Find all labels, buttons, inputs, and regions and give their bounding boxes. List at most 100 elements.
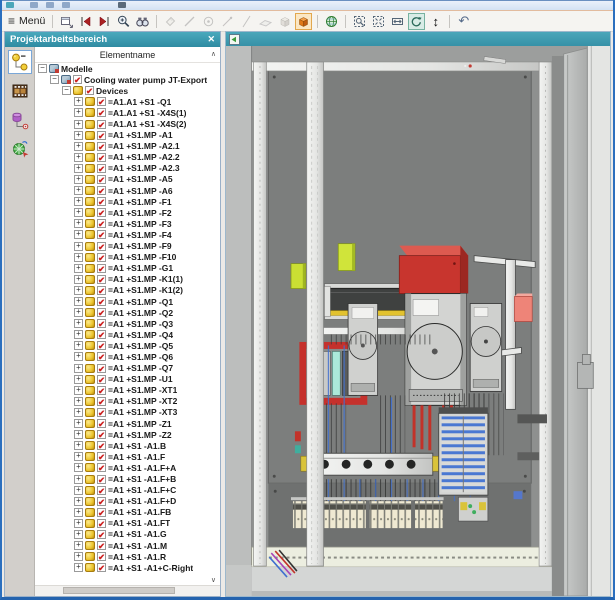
checkbox-icon[interactable]: ✔	[97, 286, 106, 295]
expand-toggle[interactable]: +	[74, 308, 83, 317]
expand-toggle[interactable]: +	[74, 186, 83, 195]
tree-item[interactable]: + ✔ =A1 +S1.MP -Q7	[35, 363, 220, 374]
checkbox-icon[interactable]: ✔	[97, 164, 106, 173]
checkbox-icon[interactable]: ✔	[97, 153, 106, 162]
tree-item[interactable]: + ✔ =A1 +S1.MP -Z1	[35, 418, 220, 429]
tree-item[interactable]: + ✔ =A1.A1 +S1 -X4S(2)	[35, 118, 220, 129]
rotate-view-icon[interactable]	[408, 13, 425, 30]
expand-toggle[interactable]: +	[74, 242, 83, 251]
expand-toggle[interactable]: +	[74, 497, 83, 506]
tree-item[interactable]: + ✔ =A1 +S1 -A1.F+B	[35, 473, 220, 484]
tree-item[interactable]: + ✔ =A1 +S1.MP -Q2	[35, 307, 220, 318]
quickbar-icon[interactable]	[46, 2, 54, 8]
scrollbar-thumb[interactable]	[63, 587, 175, 594]
expand-toggle[interactable]: +	[74, 552, 83, 561]
tree-item[interactable]: − Modelle	[35, 63, 220, 74]
expand-toggle[interactable]: +	[74, 275, 83, 284]
expand-toggle[interactable]: +	[74, 530, 83, 539]
expand-toggle[interactable]: +	[74, 475, 83, 484]
expand-toggle[interactable]: +	[74, 97, 83, 106]
cabinet-3d-scene[interactable]	[226, 46, 610, 596]
expand-toggle[interactable]: +	[74, 386, 83, 395]
tree-item[interactable]: + ✔ =A1 +S1 -A1.R	[35, 551, 220, 562]
checkbox-icon[interactable]: ✔	[97, 397, 106, 406]
expand-toggle[interactable]: +	[74, 341, 83, 350]
expand-toggle[interactable]: +	[74, 208, 83, 217]
tree-item[interactable]: + ✔ =A1 +S1.MP -XT3	[35, 407, 220, 418]
checkbox-icon[interactable]: ✔	[97, 341, 106, 350]
tree-item[interactable]: + ✔ =A1 +S1.MP -F3	[35, 218, 220, 229]
tree-item[interactable]: + ✔ =A1.A1 +S1 -X4S(1)	[35, 107, 220, 118]
database-structure-icon[interactable]	[8, 108, 32, 132]
expand-toggle[interactable]: +	[74, 253, 83, 262]
tree-item[interactable]: + ✔ =A1 +S1.MP -U1	[35, 374, 220, 385]
scroll-up-icon[interactable]: ∧	[211, 51, 216, 58]
checkbox-icon[interactable]: ✔	[97, 541, 106, 550]
checkbox-icon[interactable]: ✔	[97, 497, 106, 506]
checkbox-icon[interactable]: ✔	[97, 197, 106, 206]
checkbox-icon[interactable]: ✔	[97, 441, 106, 450]
tree-item[interactable]: + ✔ =A1 +S1.MP -F1	[35, 196, 220, 207]
panel-titlebar[interactable]: Projektarbeitsbereich ✕	[5, 32, 220, 47]
surface-icon[interactable]	[257, 13, 274, 30]
checkbox-icon[interactable]: ✔	[97, 386, 106, 395]
render-solid-icon[interactable]	[295, 13, 312, 30]
tree-item[interactable]: + ✔ =A1 +S1.MP -Q3	[35, 318, 220, 329]
checkbox-icon[interactable]: ✔	[85, 86, 94, 95]
tree-item[interactable]: + ✔ =A1 +S1 -A1.FB	[35, 507, 220, 518]
tree-item[interactable]: + ✔ =A1 +S1.MP -Q6	[35, 351, 220, 362]
expand-toggle[interactable]: +	[74, 563, 83, 572]
expand-toggle[interactable]: +	[74, 352, 83, 361]
zoom-in-icon[interactable]	[115, 13, 132, 30]
tree-item[interactable]: + ✔ =A1 +S1.MP -K1(1)	[35, 274, 220, 285]
expand-toggle[interactable]: +	[74, 508, 83, 517]
popout-window-icon[interactable]	[58, 13, 75, 30]
checkbox-icon[interactable]: ✔	[97, 552, 106, 561]
tree-item[interactable]: + ✔ =A1 +S1 -A1.F+C	[35, 485, 220, 496]
expand-toggle[interactable]: +	[74, 397, 83, 406]
quickbar-icon[interactable]	[30, 2, 38, 8]
expand-toggle[interactable]: +	[74, 519, 83, 528]
parts-model-tree-icon[interactable]	[8, 50, 32, 74]
expand-toggle[interactable]: +	[74, 541, 83, 550]
expand-toggle[interactable]: +	[74, 264, 83, 273]
search-icon[interactable]	[134, 13, 151, 30]
tree-item[interactable]: + ✔ =A1 +S1 -A1.F	[35, 451, 220, 462]
expand-toggle[interactable]: +	[74, 319, 83, 328]
globe-icon[interactable]	[323, 13, 340, 30]
checkbox-icon[interactable]: ✔	[97, 508, 106, 517]
expand-toggle[interactable]: +	[74, 120, 83, 129]
checkbox-icon[interactable]: ✔	[97, 230, 106, 239]
expand-toggle[interactable]: +	[74, 131, 83, 140]
expand-toggle[interactable]: +	[74, 142, 83, 151]
expand-toggle[interactable]: +	[74, 175, 83, 184]
checkbox-icon[interactable]: ✔	[73, 75, 82, 84]
checkbox-icon[interactable]: ✔	[97, 408, 106, 417]
expand-toggle[interactable]: +	[74, 364, 83, 373]
checkbox-icon[interactable]: ✔	[97, 430, 106, 439]
tree-item[interactable]: + ✔ =A1 +S1 -A1.FT	[35, 518, 220, 529]
tree-item[interactable]: + ✔ =A1 +S1.MP -A2.1	[35, 141, 220, 152]
checkbox-icon[interactable]: ✔	[97, 530, 106, 539]
tree-item[interactable]: + ✔ =A1 +S1.MP -Q4	[35, 329, 220, 340]
expand-toggle[interactable]: −	[50, 75, 59, 84]
checkbox-icon[interactable]: ✔	[97, 452, 106, 461]
tree-item[interactable]: − ✔ Devices	[35, 85, 220, 96]
tree-item[interactable]: + ✔ =A1 +S1.MP -A1	[35, 130, 220, 141]
go-next-icon[interactable]	[96, 13, 113, 30]
checkbox-icon[interactable]: ✔	[97, 352, 106, 361]
checkbox-icon[interactable]: ✔	[97, 120, 106, 129]
line-2-icon[interactable]	[219, 13, 236, 30]
tree-item[interactable]: − ✔ Cooling water pump JT-Export	[35, 74, 220, 85]
checkbox-icon[interactable]: ✔	[97, 131, 106, 140]
checkbox-icon[interactable]: ✔	[97, 375, 106, 384]
3d-navigation-icon[interactable]	[8, 137, 32, 161]
solid-box-icon[interactable]	[276, 13, 293, 30]
checkbox-icon[interactable]: ✔	[97, 175, 106, 184]
tree-item[interactable]: + ✔ =A1 +S1 -A1.B	[35, 440, 220, 451]
tree-item[interactable]: + ✔ =A1 +S1.MP -A6	[35, 185, 220, 196]
horizontal-scrollbar[interactable]	[35, 585, 220, 596]
checkbox-icon[interactable]: ✔	[97, 275, 106, 284]
tree-item[interactable]: + ✔ =A1 +S1.MP -Z2	[35, 429, 220, 440]
tag-icon[interactable]	[162, 13, 179, 30]
